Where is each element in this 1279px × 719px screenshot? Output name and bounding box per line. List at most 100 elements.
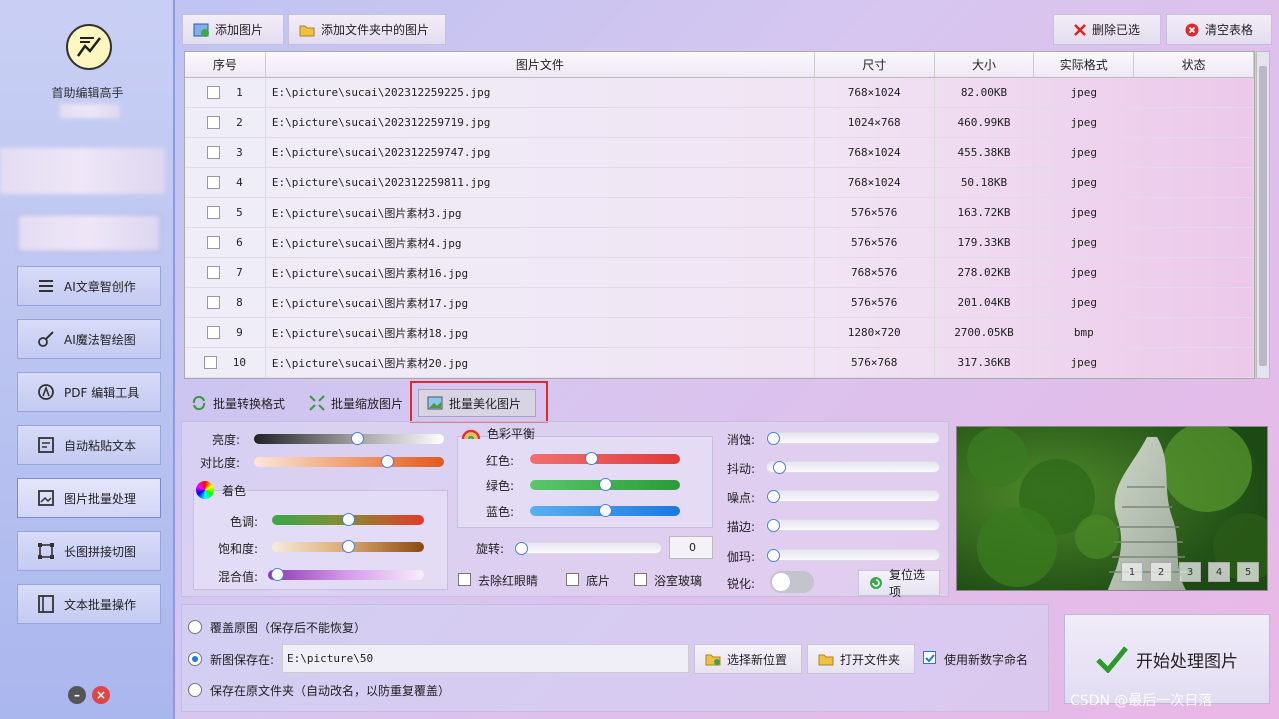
header-format[interactable]: 实际格式 [1034,52,1135,77]
clear-table-label: 清空表格 [1204,23,1253,37]
contrast-slider[interactable] [254,455,444,468]
contrast-knob[interactable] [381,455,395,468]
erode-slider[interactable] [766,432,940,445]
blue-slider[interactable] [530,504,680,517]
nav-auto-paste[interactable]: 自动粘贴文本 [17,425,161,465]
green-knob[interactable] [598,478,612,491]
row-checkbox[interactable] [207,236,221,249]
table-row[interactable]: 2 E:\picture\sucai\202312259719.jpg 1024×7… [185,108,1254,138]
open-folder-button[interactable]: 打开文件夹 [807,644,915,674]
table-scrollbar[interactable] [1256,51,1270,379]
nav-pdf-tool[interactable]: PDF 编辑工具 [17,372,161,412]
noise-slider[interactable] [766,490,940,503]
add-image-button[interactable]: 添加图片 [182,14,284,45]
rotate-value-input[interactable]: 0 [669,536,713,559]
row-checkbox[interactable] [203,356,217,369]
add-folder-button[interactable]: 添加文件夹中的图片 [288,14,446,45]
blue-knob[interactable] [598,504,612,517]
rotate-slider[interactable] [514,542,662,555]
saturation-slider[interactable] [272,540,424,553]
save-new-radio[interactable] [188,652,202,666]
row-checkbox[interactable] [207,146,221,159]
nav-image-batch[interactable]: 图片批量处理 [17,478,161,518]
table-row[interactable]: 10 E:\picture\sucai\图片素材20.jpg 576×768 317.… [185,348,1254,378]
overwrite-radio[interactable] [188,620,202,634]
clear-table-button[interactable]: 清空表格 [1166,14,1272,45]
row-file: E:\picture\sucai\图片素材17.jpg [266,288,815,317]
shake-slider[interactable] [766,461,940,474]
row-size: 455.38KB [935,138,1035,167]
gamma-knob[interactable] [767,549,780,562]
header-dimensions[interactable]: 尺寸 [815,52,935,77]
choose-location-button[interactable]: 选择新位置 [694,644,802,674]
nav-label: 图片批量处理 [64,491,137,506]
save-original-radio[interactable] [188,683,202,697]
table-row[interactable]: 9 E:\picture\sucai\图片素材18.jpg 1280×720 2700… [185,318,1254,348]
row-file: E:\picture\sucai\图片素材18.jpg [266,318,815,347]
noise-knob[interactable] [767,490,780,503]
table-row[interactable]: 7 E:\picture\sucai\图片素材16.jpg 768×576 278.0… [185,258,1254,288]
shake-knob[interactable] [773,461,786,474]
row-format: jpeg [1034,228,1135,257]
header-file[interactable]: 图片文件 [266,52,815,77]
blend-slider[interactable] [268,568,424,581]
hue-knob[interactable] [341,513,355,526]
tab-convert-format[interactable]: 批量转换格式 [182,389,294,417]
gamma-slider[interactable] [766,549,940,562]
negative-checkbox[interactable] [566,573,579,586]
row-checkbox[interactable] [207,176,221,189]
sharpen-toggle[interactable] [770,571,814,593]
brightness-slider[interactable] [254,432,444,445]
row-size: 317.36KB [935,348,1035,377]
table-row[interactable]: 1 E:\picture\sucai\202312259225.jpg 768×10… [185,78,1254,108]
row-checkbox[interactable] [207,86,221,99]
preview-page-4[interactable]: 4 [1208,562,1230,582]
row-checkbox[interactable] [207,326,221,339]
saturation-knob[interactable] [341,540,355,553]
nav-ai-draw[interactable]: AI魔法智绘图 [17,319,161,359]
preview-page-2[interactable]: 2 [1150,562,1172,582]
header-index[interactable]: 序号 [185,52,266,77]
table-row[interactable]: 6 E:\picture\sucai\图片素材4.jpg 576×576 179.33… [185,228,1254,258]
delete-selected-button[interactable]: 删除已选 [1053,14,1161,45]
row-checkbox[interactable] [207,206,221,219]
row-format: jpeg [1034,168,1135,197]
nav-ai-writing[interactable]: AI文章智创作 [17,266,161,306]
brightness-knob[interactable] [351,432,365,445]
minimize-icon[interactable]: – [68,686,86,704]
edge-slider[interactable] [766,519,940,532]
green-slider[interactable] [530,478,680,491]
bath-glass-checkbox[interactable] [634,573,647,586]
table-row[interactable]: 8 E:\picture\sucai\图片素材17.jpg 576×576 201.0… [185,288,1254,318]
red-knob[interactable] [584,452,598,465]
paste-icon [36,435,56,455]
tab-resize[interactable]: 批量缩放图片 [300,389,412,417]
table-row[interactable]: 4 E:\picture\sucai\202312259811.jpg 768×10… [185,168,1254,198]
header-size[interactable]: 大小 [935,52,1035,77]
preview-page-1[interactable]: 1 [1121,562,1143,582]
scrollbar-thumb[interactable] [1259,66,1267,366]
reset-options-button[interactable]: 复位选项 [858,568,940,599]
preview-page-5[interactable]: 5 [1237,562,1259,582]
blend-knob[interactable] [270,568,284,581]
nav-text-batch[interactable]: 文本批量操作 [17,584,161,624]
header-status[interactable]: 状态 [1134,52,1254,77]
row-checkbox[interactable] [207,296,221,309]
row-index: 2 [236,116,243,129]
close-icon[interactable]: × [92,686,110,704]
preview-page-3[interactable]: 3 [1179,562,1201,582]
edge-knob[interactable] [767,519,780,532]
use-numbers-checkbox[interactable] [923,651,936,664]
save-path-input[interactable]: E:\picture\50 [282,644,689,673]
rotate-knob[interactable] [515,542,528,555]
table-row[interactable]: 5 E:\picture\sucai\图片素材3.jpg 576×576 163.72… [185,198,1254,228]
row-status [1134,258,1254,287]
nav-long-image[interactable]: 长图拼接切图 [17,531,161,571]
red-slider[interactable] [530,452,680,465]
hue-slider[interactable] [272,513,424,526]
redeye-checkbox[interactable] [458,573,471,586]
row-checkbox[interactable] [207,266,221,279]
table-row[interactable]: 3 E:\picture\sucai\202312259747.jpg 768×10… [185,138,1254,168]
row-checkbox[interactable] [207,116,221,129]
erode-knob[interactable] [767,432,780,445]
